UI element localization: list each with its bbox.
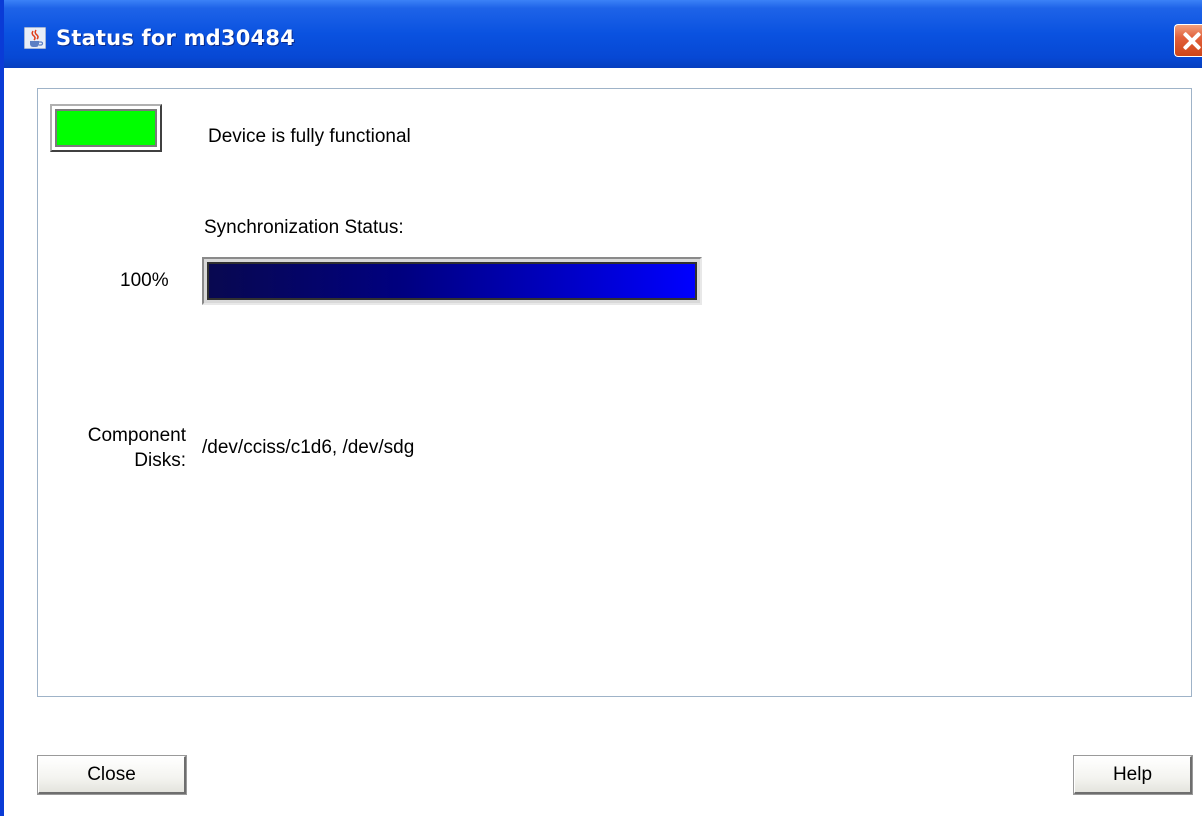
status-lamp-fill xyxy=(55,109,157,147)
component-disks-value: /dev/cciss/c1d6, /dev/sdg xyxy=(202,437,415,458)
progress-fill xyxy=(209,264,695,298)
sync-percent: 100% xyxy=(120,270,169,291)
close-button[interactable]: Close xyxy=(38,756,186,794)
status-dialog: Status for md30484 Device is fully funct… xyxy=(0,0,1202,816)
title-bar[interactable]: Status for md30484 xyxy=(4,0,1202,68)
window-title: Status for md30484 xyxy=(56,26,295,50)
component-disks-label: Component Disks: xyxy=(87,425,186,471)
java-cup-icon xyxy=(24,27,46,49)
sync-status-label: Synchronization Status: xyxy=(204,217,404,238)
status-indicator xyxy=(50,104,162,152)
progress-track xyxy=(207,262,697,300)
status-panel xyxy=(37,88,1192,697)
close-icon[interactable] xyxy=(1174,24,1202,57)
status-text: Device is fully functional xyxy=(208,126,411,147)
help-button[interactable]: Help xyxy=(1074,756,1192,794)
sync-progress-bar xyxy=(202,257,702,305)
